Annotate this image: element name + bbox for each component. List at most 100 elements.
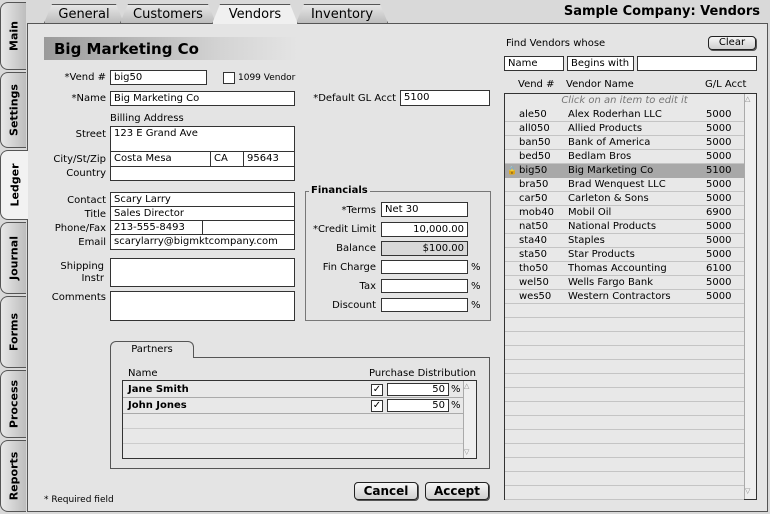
vendor-gl-acct: 5000 [706,277,732,288]
city-field[interactable]: Costa Mesa [111,152,210,166]
default-gl-field[interactable]: 5100 [400,90,490,106]
side-tab-ledger[interactable]: Ledger [0,150,28,220]
list-hint: Click on an item to edit it [561,95,688,106]
credit-limit-field[interactable]: 10,000.00 [381,222,468,237]
vendor-name: Brad Wenquest LLC [568,179,666,190]
street-field[interactable]: 123 E Grand Ave [111,127,294,141]
tab-customers[interactable]: Customers [120,4,216,23]
partner-dist-field[interactable]: 50 [387,383,449,396]
accept-button[interactable]: Accept [425,482,489,500]
instr-label: Instr [81,273,104,284]
side-tab-reports[interactable]: Reports [0,440,26,512]
country-label: Country [66,168,106,179]
side-tab-settings[interactable]: Settings [0,72,26,148]
csz-label: City/St/Zip [53,154,106,165]
find-operator-select[interactable]: Begins with [567,56,634,71]
terms-field[interactable]: Net 30 [381,202,468,217]
side-tab-process[interactable]: Process [0,370,26,438]
tax-field[interactable] [381,279,468,293]
tab-general[interactable]: General [44,4,124,23]
clear-button[interactable]: Clear [708,36,756,50]
title-field[interactable]: Sales Director [111,207,294,221]
country-field[interactable] [111,167,294,180]
list-item[interactable]: car50 Carleton & Sons 5000 [505,192,744,206]
vendor-name: Big Marketing Co [568,165,654,176]
side-tab-main[interactable]: Main [0,2,26,70]
side-tab-label: Forms [7,312,20,352]
street-label: Street [75,129,106,140]
shipping-instr-field[interactable] [110,258,295,287]
list-item[interactable]: bra50 Brad Wenquest LLC 5000 [505,178,744,192]
fin-charge-field[interactable] [381,260,468,274]
scroll-down-icon[interactable]: ▽ [464,448,469,456]
percent-sign: % [451,400,461,411]
side-tab-label: Reports [7,451,20,501]
fin-charge-label: Fin Charge [322,262,376,273]
list-item[interactable]: wel50 Wells Fargo Bank 5000 [505,276,744,290]
shipping-label: Shipping [60,261,104,272]
partner-dist-field[interactable]: 50 [387,399,449,412]
partners-tab[interactable]: Partners [110,341,194,358]
vendor-name: Alex Roderhan LLC [568,109,662,120]
vendor-gl-acct: 5000 [706,151,732,162]
find-title: Find Vendors whose [506,38,606,49]
list-item[interactable]: 🔒 big50 Big Marketing Co 5100 [505,164,744,178]
list-item[interactable]: ale50 Alex Roderhan LLC 5000 [505,108,744,122]
scroll-up-icon[interactable]: △ [745,95,750,103]
partner-checkbox[interactable]: ✓ [371,400,383,412]
vendor-gl-acct: 5100 [706,165,732,176]
financials-title: Financials [309,185,370,196]
col-vendor-name: Vendor Name [566,79,634,90]
list-item[interactable]: mob40 Mobil Oil 6900 [505,206,744,220]
comments-field[interactable] [110,291,295,321]
vendor-list: Click on an item to edit it ale50 Alex Ro… [504,93,757,500]
tab-vendors[interactable]: Vendors [212,4,298,24]
side-tab-label: Settings [7,84,20,136]
scroll-down-icon[interactable]: ▽ [745,487,750,495]
phone-field[interactable]: 213-555-8493 [111,221,201,235]
zip-field[interactable]: 95643 [244,152,294,166]
list-item[interactable]: all050 Allied Products 5000 [505,122,744,136]
list-item[interactable]: wes50 Western Contractors 5000 [505,290,744,304]
scroll-up-icon[interactable]: △ [464,382,469,390]
side-tab-forms[interactable]: Forms [0,296,26,368]
email-field[interactable]: scarylarry@bigmktcompany.com [111,235,294,249]
percent-sign: % [471,262,481,273]
billing-address-label: Billing Address [110,113,184,124]
vendor-gl-acct: 6900 [706,207,732,218]
vendor-gl-acct: 5000 [706,291,732,302]
list-item[interactable]: tho50 Thomas Accounting 6100 [505,262,744,276]
side-tab-journal[interactable]: Journal [0,222,26,294]
list-item[interactable]: ban50 Bank of America 5000 [505,136,744,150]
vendor-number: ban50 [519,137,551,148]
find-field-select[interactable]: Name [504,56,564,71]
list-item[interactable]: sta50 Star Products 5000 [505,248,744,262]
name-field[interactable]: Big Marketing Co [110,91,295,106]
terms-label: *Terms [341,205,376,216]
vendor-gl-acct: 5000 [706,235,732,246]
discount-field[interactable] [381,298,468,312]
cancel-button[interactable]: Cancel [354,482,418,500]
state-field[interactable]: CA [211,152,243,166]
partners-row-divider [123,428,463,429]
fax-field[interactable] [203,221,294,234]
partners-row-divider [123,443,463,444]
vendor-number: nat50 [519,221,549,232]
tab-inventory[interactable]: Inventory [296,4,388,23]
vend-number-field[interactable]: big50 [110,70,207,85]
find-value-input[interactable] [637,56,757,71]
contact-field[interactable]: Scary Larry [111,193,294,207]
side-tab-label: Process [7,379,20,429]
list-item[interactable]: bed50 Bedlam Bros 5000 [505,150,744,164]
partners-scrollbar[interactable] [463,381,476,458]
vendor-number: sta50 [519,249,547,260]
list-item[interactable]: nat50 National Products 5000 [505,220,744,234]
vendor-name: Mobil Oil [568,207,612,218]
partner-checkbox[interactable]: ✓ [371,384,383,396]
percent-sign: % [471,281,481,292]
vendor-name: National Products [568,221,657,232]
list-item[interactable]: sta40 Staples 5000 [505,234,744,248]
email-label: Email [78,237,106,248]
vendor1099-checkbox[interactable] [223,72,235,84]
vendor-list-scrollbar[interactable] [744,94,756,499]
